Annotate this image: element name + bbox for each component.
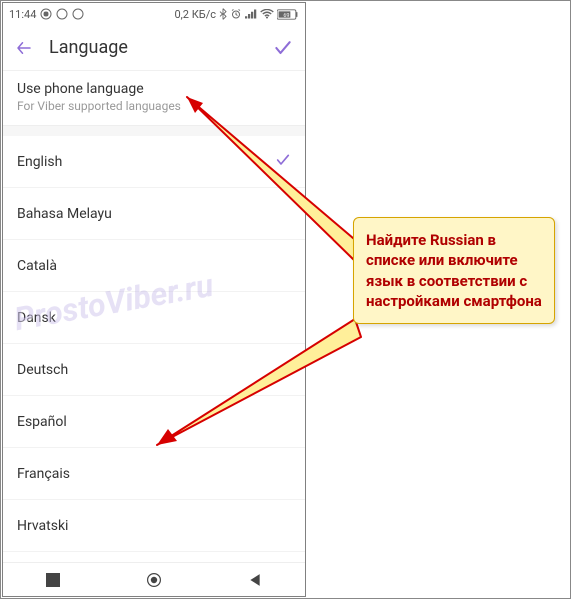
language-label: Bahasa Melayu xyxy=(17,206,112,222)
status-right: 0,2 КБ/с 69 xyxy=(174,8,299,21)
language-item-francais[interactable]: Français xyxy=(3,448,305,500)
language-item-bahasa[interactable]: Bahasa Melayu xyxy=(3,188,305,240)
status-left: 11:44 xyxy=(9,8,84,21)
phone-frame: 11:44 0,2 КБ/с 69 Language Use phone lan… xyxy=(2,2,306,597)
back-arrow-icon[interactable] xyxy=(15,39,33,57)
nav-recents-button[interactable] xyxy=(45,572,61,588)
bluetooth-icon xyxy=(219,8,227,20)
net-speed: 0,2 КБ/с xyxy=(174,8,216,21)
language-list[interactable]: English Bahasa Melayu Català Dansk Deuts… xyxy=(3,136,305,597)
language-item-english[interactable]: English xyxy=(3,136,305,188)
alarm-icon xyxy=(230,8,242,20)
language-label: Dansk xyxy=(17,310,56,326)
language-label: Hrvatski xyxy=(17,518,68,534)
language-label: Français xyxy=(17,466,70,482)
status-time: 11:44 xyxy=(9,8,36,21)
header-bar: Language xyxy=(3,25,305,71)
nav-back-button[interactable] xyxy=(247,572,263,588)
status-icon-2 xyxy=(72,8,84,20)
language-label: Català xyxy=(17,258,57,274)
language-item-catala[interactable]: Català xyxy=(3,240,305,292)
android-nav-bar xyxy=(3,562,305,596)
section-divider xyxy=(3,126,305,136)
language-item-hrvatski[interactable]: Hrvatski xyxy=(3,500,305,552)
battery-icon: 69 xyxy=(277,9,299,20)
language-label: Deutsch xyxy=(17,362,68,378)
language-item-dansk[interactable]: Dansk xyxy=(3,292,305,344)
annotation-callout: Найдите Russian в списке или включите яз… xyxy=(353,217,555,324)
language-item-deutsch[interactable]: Deutsch xyxy=(3,344,305,396)
callout-text: Найдите Russian в списке или включите яз… xyxy=(366,231,542,310)
wifi-icon xyxy=(260,9,274,19)
svg-text:69: 69 xyxy=(283,12,289,18)
language-label: English xyxy=(17,154,62,170)
nav-home-button[interactable] xyxy=(146,572,162,588)
page-title: Language xyxy=(49,37,257,58)
use-phone-subtitle: For Viber supported languages xyxy=(17,99,291,113)
language-label: Español xyxy=(17,414,67,430)
status-bar: 11:44 0,2 КБ/с 69 xyxy=(3,3,305,25)
confirm-check-icon[interactable] xyxy=(273,38,293,58)
language-item-espanol[interactable]: Español xyxy=(3,396,305,448)
status-icon-1 xyxy=(56,8,68,20)
viber-status-icon xyxy=(40,8,52,20)
use-phone-title: Use phone language xyxy=(17,81,291,97)
selected-check-icon xyxy=(275,152,291,172)
signal-icon xyxy=(245,9,257,19)
use-phone-language-option[interactable]: Use phone language For Viber supported l… xyxy=(3,71,305,126)
